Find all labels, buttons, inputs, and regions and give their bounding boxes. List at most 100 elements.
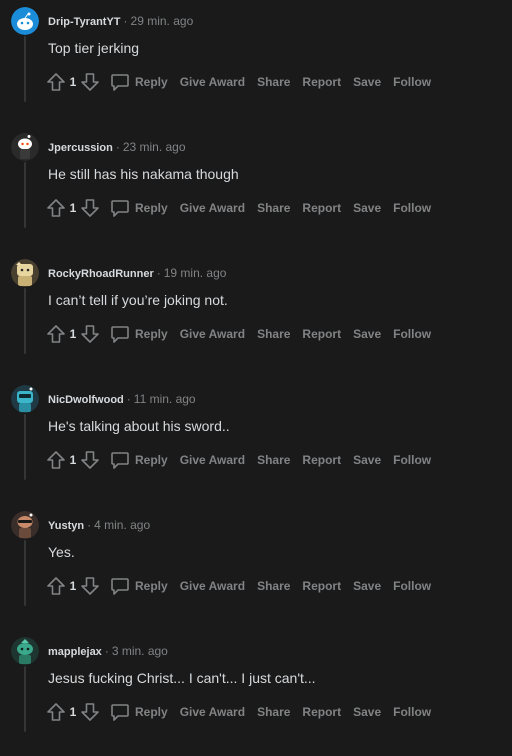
reply-button[interactable]: Reply — [110, 198, 168, 218]
report-button[interactable]: Report — [302, 201, 341, 215]
give-award-button[interactable]: Give Award — [180, 579, 245, 593]
follow-button[interactable]: Follow — [393, 201, 431, 215]
share-button[interactable]: Share — [257, 579, 290, 593]
timestamp[interactable]: 19 min. ago — [164, 266, 227, 280]
timestamp[interactable]: 11 min. ago — [134, 392, 196, 406]
comment-meta: NicDwolfwood · 11 min. ago — [48, 391, 196, 407]
username[interactable]: Jpercussion — [48, 142, 113, 154]
share-button[interactable]: Share — [257, 453, 290, 467]
upvote-icon[interactable] — [44, 322, 68, 346]
reply-label: Reply — [135, 705, 168, 719]
thread-line[interactable] — [24, 36, 26, 102]
upvote-icon[interactable] — [44, 70, 68, 94]
follow-button[interactable]: Follow — [393, 705, 431, 719]
downvote-icon[interactable] — [78, 448, 102, 472]
comment-actions: 1 Reply Give Award Share Report Save Fol… — [44, 70, 431, 94]
comment-body: I can’t tell if you’re joking not. — [48, 292, 228, 308]
share-button[interactable]: Share — [257, 705, 290, 719]
save-button[interactable]: Save — [353, 75, 381, 89]
thread-line[interactable] — [24, 162, 26, 228]
separator-dot: · — [123, 14, 128, 28]
save-button[interactable]: Save — [353, 705, 381, 719]
avatar[interactable] — [11, 511, 39, 539]
comment-actions: 1 Reply Give Award Share Report Save Fol… — [44, 448, 431, 472]
username[interactable]: mapplejax — [48, 646, 102, 658]
username[interactable]: Drip-TyrantYT — [48, 16, 121, 28]
downvote-icon[interactable] — [78, 322, 102, 346]
share-button[interactable]: Share — [257, 201, 290, 215]
comment-meta: mapplejax · 3 min. ago — [48, 643, 168, 659]
follow-button[interactable]: Follow — [393, 453, 431, 467]
avatar[interactable] — [11, 133, 39, 161]
comment: NicDwolfwood · 11 min. ago He's talking ab… — [0, 378, 512, 504]
upvote-icon[interactable] — [44, 448, 68, 472]
comment-body: Yes. — [48, 544, 75, 560]
reply-label: Reply — [135, 201, 168, 215]
timestamp[interactable]: 4 min. ago — [94, 518, 150, 532]
thread-line[interactable] — [24, 288, 26, 354]
save-button[interactable]: Save — [353, 453, 381, 467]
follow-button[interactable]: Follow — [393, 579, 431, 593]
share-button[interactable]: Share — [257, 75, 290, 89]
timestamp[interactable]: 29 min. ago — [131, 14, 194, 28]
separator-dot: · — [104, 644, 109, 658]
report-button[interactable]: Report — [302, 327, 341, 341]
comment-bubble-icon — [111, 704, 129, 721]
save-button[interactable]: Save — [353, 201, 381, 215]
reply-label: Reply — [135, 327, 168, 341]
avatar[interactable] — [11, 385, 39, 413]
comment-body: Jesus fucking Christ... I can't... I jus… — [48, 670, 316, 686]
give-award-button[interactable]: Give Award — [180, 201, 245, 215]
give-award-button[interactable]: Give Award — [180, 75, 245, 89]
timestamp[interactable]: 23 min. ago — [123, 140, 186, 154]
thread-line[interactable] — [24, 414, 26, 480]
downvote-icon[interactable] — [78, 700, 102, 724]
vote-score: 1 — [69, 201, 77, 215]
follow-button[interactable]: Follow — [393, 327, 431, 341]
separator-dot: · — [156, 266, 161, 280]
snoo-avatar-icon — [11, 133, 39, 161]
report-button[interactable]: Report — [302, 453, 341, 467]
give-award-button[interactable]: Give Award — [180, 705, 245, 719]
share-button[interactable]: Share — [257, 327, 290, 341]
snoo-avatar-icon — [11, 637, 39, 665]
vote-score: 1 — [69, 453, 77, 467]
report-button[interactable]: Report — [302, 75, 341, 89]
comment-bubble-icon — [111, 326, 129, 343]
upvote-icon[interactable] — [44, 574, 68, 598]
thread-line[interactable] — [24, 666, 26, 732]
comment-body: He's talking about his sword.. — [48, 418, 230, 434]
comment-meta: RockyRhoadRunner · 19 min. ago — [48, 265, 226, 281]
username[interactable]: RockyRhoadRunner — [48, 268, 154, 280]
reply-button[interactable]: Reply — [110, 576, 168, 596]
reply-label: Reply — [135, 453, 168, 467]
reply-button[interactable]: Reply — [110, 324, 168, 344]
snoo-avatar-icon — [11, 7, 39, 35]
timestamp[interactable]: 3 min. ago — [112, 644, 168, 658]
thread-line[interactable] — [24, 540, 26, 606]
upvote-icon[interactable] — [44, 700, 68, 724]
downvote-icon[interactable] — [78, 70, 102, 94]
avatar[interactable] — [11, 637, 39, 665]
avatar[interactable] — [11, 259, 39, 287]
follow-button[interactable]: Follow — [393, 75, 431, 89]
comment-bubble-icon — [111, 452, 129, 469]
give-award-button[interactable]: Give Award — [180, 327, 245, 341]
downvote-icon[interactable] — [78, 574, 102, 598]
give-award-button[interactable]: Give Award — [180, 453, 245, 467]
snoo-avatar-icon — [11, 259, 39, 287]
comment: mapplejax · 3 min. ago Jesus fucking Chris… — [0, 630, 512, 756]
report-button[interactable]: Report — [302, 705, 341, 719]
reply-button[interactable]: Reply — [110, 72, 168, 92]
vote-score: 1 — [69, 579, 77, 593]
save-button[interactable]: Save — [353, 579, 381, 593]
save-button[interactable]: Save — [353, 327, 381, 341]
upvote-icon[interactable] — [44, 196, 68, 220]
reply-button[interactable]: Reply — [110, 702, 168, 722]
reply-button[interactable]: Reply — [110, 450, 168, 470]
username[interactable]: Yustyn — [48, 520, 84, 532]
username[interactable]: NicDwolfwood — [48, 394, 124, 406]
downvote-icon[interactable] — [78, 196, 102, 220]
avatar[interactable] — [11, 7, 39, 35]
report-button[interactable]: Report — [302, 579, 341, 593]
